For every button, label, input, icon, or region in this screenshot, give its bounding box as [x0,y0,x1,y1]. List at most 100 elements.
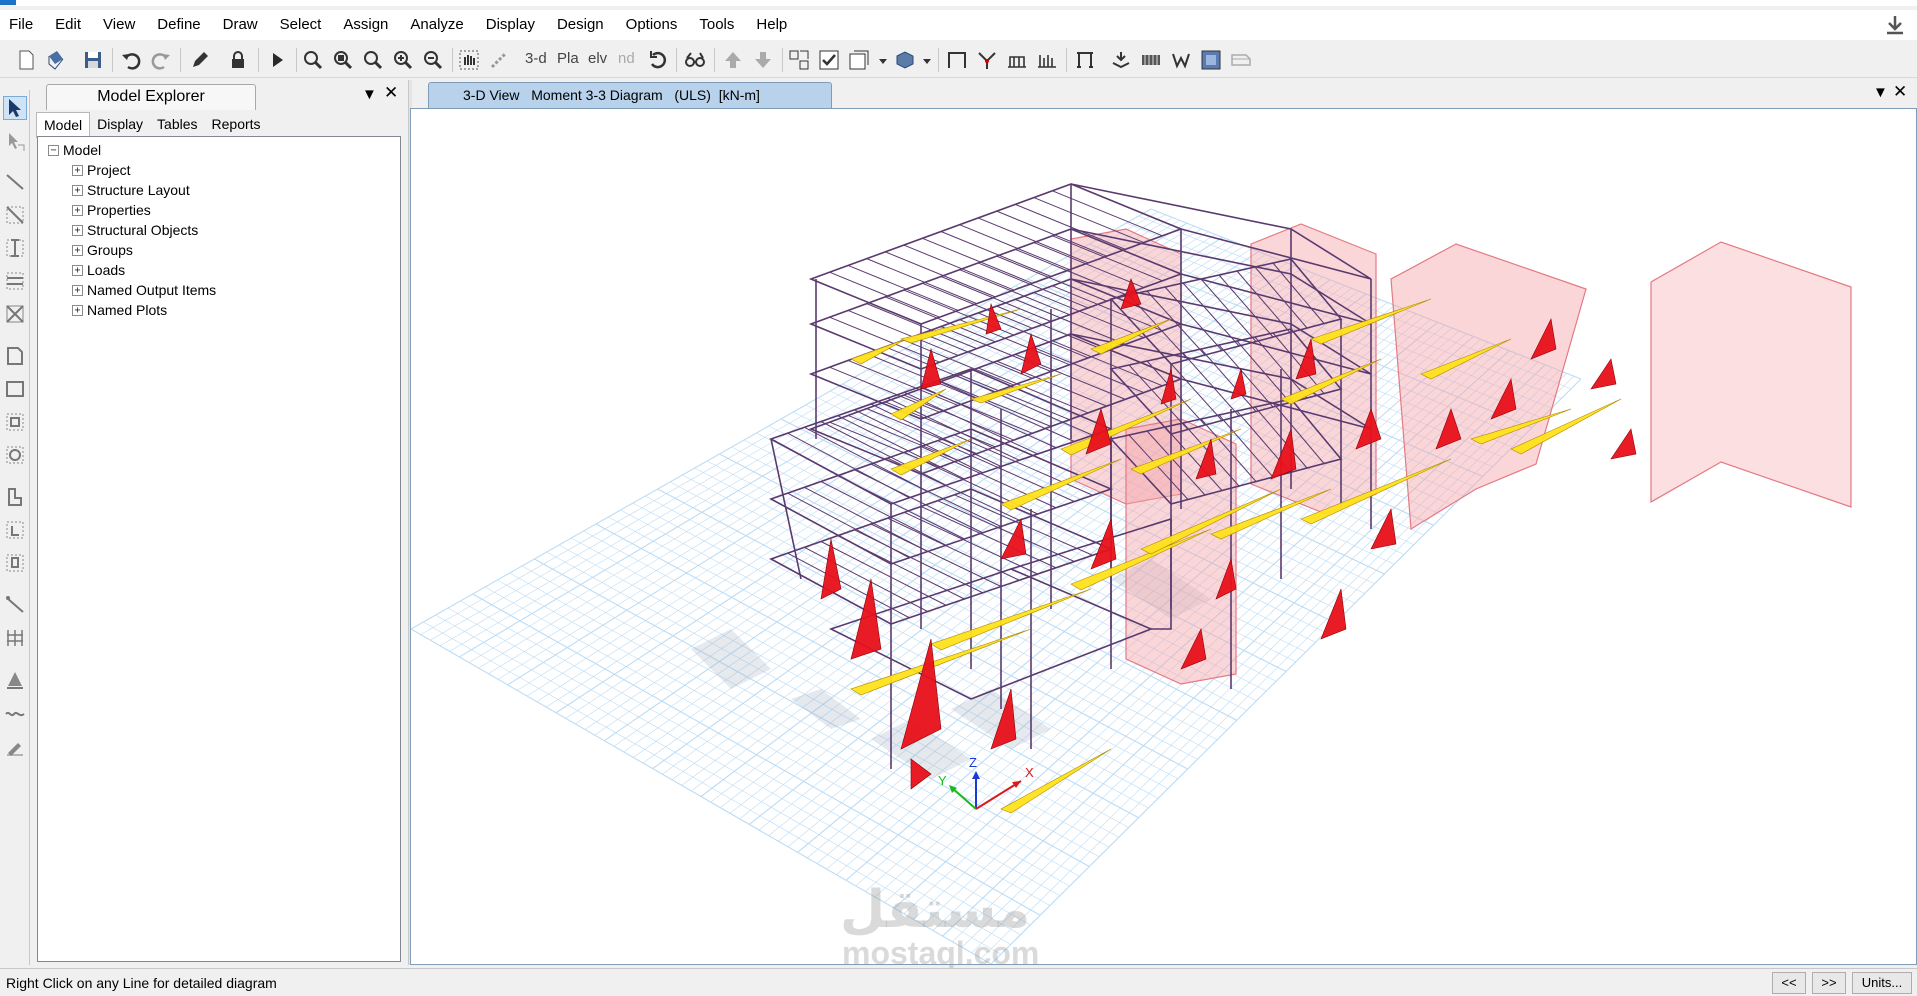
dropdown-icon[interactable] [920,47,934,73]
section-cut-icon[interactable] [1138,47,1164,73]
expand-icon[interactable]: + [72,304,83,316]
tree-item-structural-objects[interactable]: + Structural Objects [72,221,198,239]
tab-model[interactable]: Model [36,112,91,138]
draw-link-icon[interactable] [3,593,27,617]
menu-edit[interactable]: Edit [46,10,94,40]
lock-icon[interactable] [225,47,251,73]
previous-button[interactable]: << [1772,972,1806,994]
view-elevation-button[interactable]: elv [588,50,607,67]
draw-quick-floor-icon[interactable] [3,410,27,434]
draw-cross-brace-icon[interactable] [3,302,27,326]
draw-grid-icon[interactable] [3,626,27,650]
menu-design[interactable]: Design [548,10,617,40]
draw-dimension-icon[interactable] [3,734,27,758]
draw-frame-icon[interactable] [944,47,970,73]
measure-icon[interactable] [486,47,512,73]
view-menu-icon[interactable]: ▼ [1873,84,1888,101]
units-button[interactable]: Units... [1852,972,1912,994]
view-plan-button[interactable]: Pla [557,50,579,67]
pencil-icon[interactable] [187,47,213,73]
tab-reports[interactable]: Reports [205,112,268,138]
display-options-icon[interactable] [846,47,872,73]
expand-icon[interactable]: + [72,164,83,176]
tree-item-loads[interactable]: + Loads [72,261,125,279]
shell-forces-icon[interactable] [1108,47,1134,73]
draw-brace-icon[interactable] [3,203,27,227]
menu-help[interactable]: Help [747,10,800,40]
menu-file[interactable]: File [0,10,46,40]
extrude-view-icon[interactable] [892,47,918,73]
draw-support-icon[interactable] [3,668,27,692]
pan-icon[interactable] [456,47,482,73]
panel-menu-icon[interactable]: ▼ [362,86,377,103]
frame-forces-icon[interactable] [1072,47,1098,73]
tree-root[interactable]: − Model [48,141,101,159]
run-analysis-icon[interactable] [264,47,290,73]
expand-icon[interactable]: + [72,224,83,236]
expand-icon[interactable]: + [72,204,83,216]
close-view-icon[interactable]: ✕ [1893,82,1907,102]
pointer-icon[interactable] [3,96,27,120]
tab-display[interactable]: Display [90,112,150,138]
dropdown-icon[interactable] [876,47,890,73]
zoom-out-icon[interactable] [420,47,446,73]
tree-item-structure-layout[interactable]: + Structure Layout [72,181,190,199]
reshape-icon[interactable] [3,130,27,154]
check-icon[interactable] [816,47,842,73]
expand-icon[interactable]: + [72,244,83,256]
download-icon[interactable] [1883,13,1907,37]
close-icon[interactable]: ✕ [384,83,398,103]
undo-icon[interactable] [118,47,144,73]
expand-icon[interactable]: + [72,284,83,296]
moment-diagram-canvas[interactable]: Z X Y [410,109,1916,965]
open-icon[interactable] [43,47,69,73]
menu-options[interactable]: Options [617,10,691,40]
draw-floor-icon[interactable] [3,344,27,368]
draw-column-icon[interactable] [3,236,27,260]
rotate-icon[interactable] [645,47,671,73]
collapse-icon[interactable]: − [48,144,59,156]
animation-icon[interactable] [1228,47,1254,73]
show-undeformed-icon[interactable] [974,47,1000,73]
show-deformed-icon[interactable] [1004,47,1030,73]
view-3d-button[interactable]: 3-d [525,50,547,67]
story-down-icon[interactable] [750,47,776,73]
menu-display[interactable]: Display [477,10,548,40]
new-model-icon[interactable] [13,47,39,73]
next-button[interactable]: >> [1812,972,1846,994]
zoom-previous-icon[interactable] [360,47,386,73]
draw-rectangle-icon[interactable] [3,377,27,401]
draw-beam-icon[interactable] [3,269,27,293]
deformed-shape-icon[interactable] [1168,47,1194,73]
draw-line-icon[interactable] [3,170,27,194]
object-select-icon[interactable] [786,47,812,73]
draw-wall-opening-icon[interactable] [3,551,27,575]
redo-icon[interactable] [148,47,174,73]
zoom-in-icon[interactable] [390,47,416,73]
zoom-window-icon[interactable] [300,47,326,73]
draw-wall-icon[interactable] [3,485,27,509]
zoom-fit-icon[interactable] [330,47,356,73]
menu-view[interactable]: View [94,10,148,40]
tree-item-properties[interactable]: + Properties [72,201,151,219]
menu-define[interactable]: Define [148,10,213,40]
view-nd-button[interactable]: nd [618,50,635,67]
tree-item-named-plots[interactable]: + Named Plots [72,301,167,319]
menu-assign[interactable]: Assign [334,10,401,40]
save-icon[interactable] [80,47,106,73]
quick-draw-wall-icon[interactable] [3,518,27,542]
menu-select[interactable]: Select [271,10,335,40]
tree-item-groups[interactable]: + Groups [72,241,133,259]
view-tab[interactable]: 3-D View Moment 3-3 Diagram (ULS) [kN-m] [428,82,832,108]
perspective-icon[interactable] [682,47,708,73]
model-explorer-title[interactable]: Model Explorer [46,84,256,110]
model-3d-viewport[interactable]: Z X Y [410,108,1917,965]
draw-opening-icon[interactable] [3,443,27,467]
expand-icon[interactable]: + [72,184,83,196]
tree-item-project[interactable]: + Project [72,161,131,179]
story-up-icon[interactable] [720,47,746,73]
tab-tables[interactable]: Tables [150,112,204,138]
expand-icon[interactable]: + [72,264,83,276]
contour-icon[interactable] [1198,47,1224,73]
tree-item-named-output-items[interactable]: + Named Output Items [72,281,216,299]
